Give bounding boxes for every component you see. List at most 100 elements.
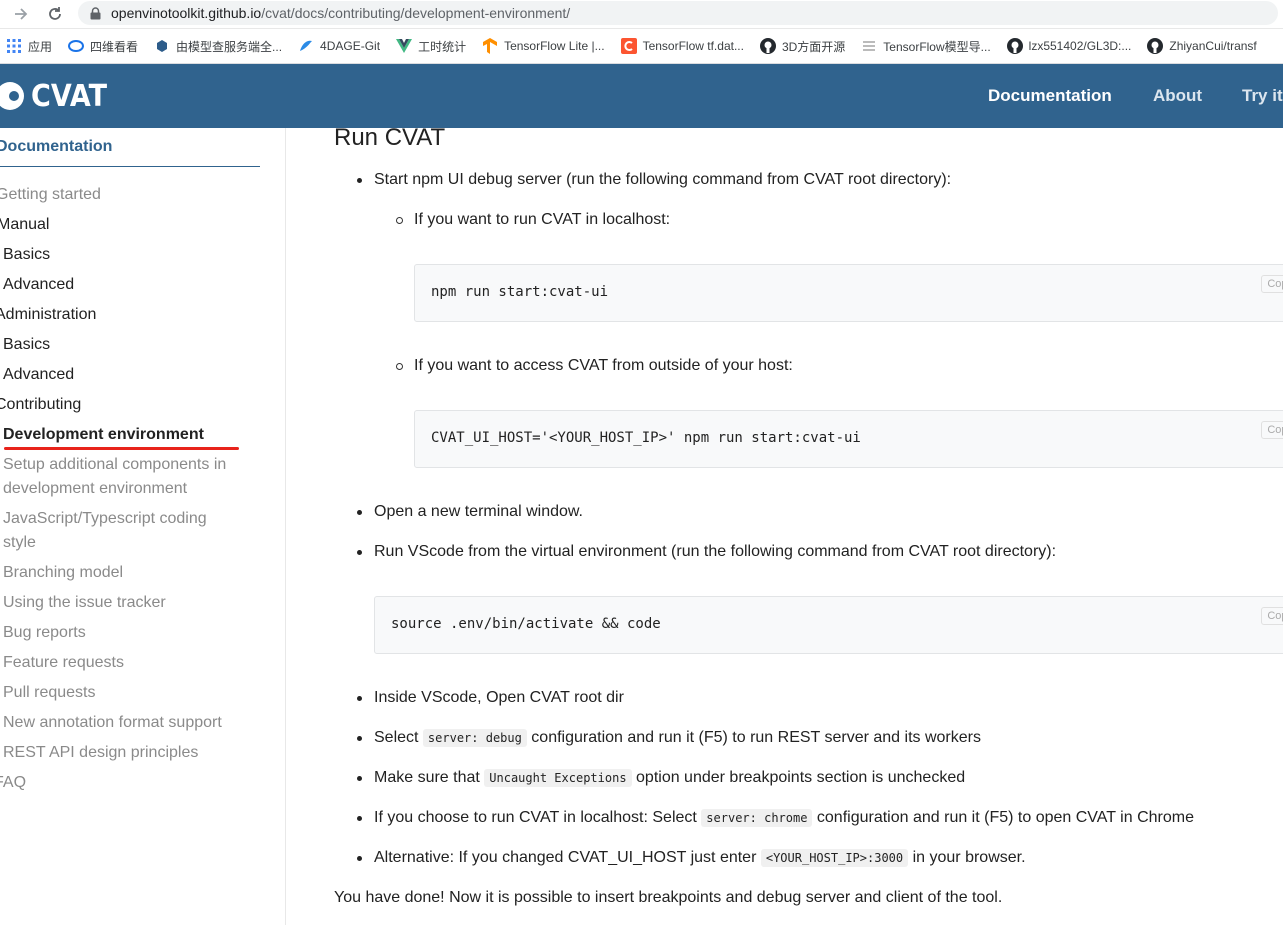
inline-code: server: debug bbox=[422, 729, 527, 747]
site-header: CVAT Documentation About Try it bbox=[0, 64, 1283, 128]
bookmark-item[interactable]: ZhiyanCui/transf bbox=[1147, 38, 1257, 54]
code-block: CVAT_UI_HOST='<YOUR_HOST_IP>' npm run st… bbox=[414, 410, 1283, 468]
step-server-debug: Select server: debug configuration and r… bbox=[374, 726, 981, 750]
main-content: Run CVAT Start npm UI debug server (run … bbox=[285, 128, 1283, 925]
tensorflow-icon bbox=[482, 38, 498, 54]
text: If you choose to run CVAT in localhost: … bbox=[374, 809, 697, 826]
step-start-server: Start npm UI debug server (run the follo… bbox=[374, 171, 952, 188]
sidebar-item-setup-components[interactable]: Setup additional components in bbox=[3, 453, 226, 477]
copy-button[interactable]: Copy bbox=[1261, 607, 1283, 625]
bookmark-label: 四维看看 bbox=[90, 39, 139, 54]
code-block: npm run start:cvat-ui Copy bbox=[414, 264, 1283, 322]
sidebar-item-admin-basics[interactable]: Basics bbox=[3, 333, 50, 357]
bookmark-apps[interactable]: 应用 bbox=[6, 38, 52, 55]
sidebar-item-manual-advanced[interactable]: Advanced bbox=[3, 273, 74, 297]
step-run-vscode: Run VScode from the virtual environment … bbox=[374, 543, 1057, 560]
substep-outside-host: If you want to access CVAT from outside … bbox=[414, 357, 793, 374]
text: configuration and run it (F5) to run RES… bbox=[531, 729, 981, 746]
sidebar-item-contributing[interactable]: Contributing bbox=[0, 393, 81, 417]
sidebar-item-getting-started[interactable]: Getting started bbox=[0, 183, 101, 207]
reload-icon[interactable] bbox=[44, 3, 66, 25]
section-heading: Run CVAT bbox=[334, 128, 446, 151]
bullet bbox=[357, 816, 362, 821]
lock-icon[interactable] bbox=[88, 6, 102, 20]
nav-documentation[interactable]: Documentation bbox=[988, 86, 1112, 106]
cvat-logo-icon bbox=[0, 82, 24, 110]
sidebar-title[interactable]: Documentation bbox=[0, 138, 260, 167]
logo-text: CVAT bbox=[31, 78, 108, 114]
csdn-icon bbox=[620, 38, 637, 54]
bookmark-label: 工时统计 bbox=[418, 39, 467, 54]
sidebar-item-js-style-cont[interactable]: style bbox=[3, 531, 36, 555]
text: Select bbox=[374, 729, 419, 746]
sidebar-item-setup-components-cont[interactable]: development environment bbox=[3, 477, 187, 501]
bookmark-label: TensorFlow tf.dat... bbox=[642, 39, 744, 53]
bookmark-item[interactable]: 工时统计 bbox=[396, 38, 466, 55]
inline-code: server: chrome bbox=[701, 809, 813, 827]
bullet bbox=[357, 736, 362, 741]
bookmark-item[interactable]: 3D方面开源 bbox=[759, 38, 845, 55]
inline-code: <YOUR_HOST_IP>:3000 bbox=[760, 849, 909, 867]
bookmark-item[interactable]: TensorFlow模型导... bbox=[861, 38, 991, 55]
sidebar-item-feature-requests[interactable]: Feature requests bbox=[3, 651, 124, 675]
cvat-logo[interactable]: CVAT bbox=[0, 78, 116, 114]
copy-button[interactable]: Copy bbox=[1261, 275, 1283, 293]
sidebar-item-rest-api[interactable]: REST API design principles bbox=[3, 741, 198, 765]
sidebar-item-issue-tracker[interactable]: Using the issue tracker bbox=[3, 591, 166, 615]
code-block: source .env/bin/activate && code Copy bbox=[374, 596, 1283, 654]
apps-grid-icon bbox=[6, 38, 22, 54]
bookmark-label: TensorFlow模型导... bbox=[883, 39, 991, 54]
bookmark-item[interactable]: 4DAGE-Git bbox=[298, 38, 380, 54]
docs-sidebar: Documentation Getting started Manual Bas… bbox=[0, 128, 286, 925]
topnav: Documentation bbox=[988, 64, 1112, 128]
bookmark-item[interactable]: TensorFlow tf.dat... bbox=[620, 38, 744, 54]
bullet bbox=[357, 510, 362, 515]
site-favicon-icon bbox=[68, 38, 85, 54]
sidebar-item-pull-requests[interactable]: Pull requests bbox=[3, 681, 96, 705]
bullet bbox=[357, 550, 362, 555]
sidebar-item-manual-basics[interactable]: Basics bbox=[3, 243, 50, 267]
closing-paragraph: You have done! Now it is possible to ins… bbox=[334, 889, 1003, 906]
code-text: npm run start:cvat-ui bbox=[431, 284, 609, 300]
sidebar-item-admin-advanced[interactable]: Advanced bbox=[3, 363, 74, 387]
step-new-terminal: Open a new terminal window. bbox=[374, 503, 583, 520]
url-path: /cvat/docs/contributing/development-envi… bbox=[261, 5, 571, 21]
forward-arrow-icon[interactable] bbox=[10, 3, 32, 25]
copy-button[interactable]: Copy bbox=[1261, 421, 1283, 439]
site-favicon-icon bbox=[154, 38, 170, 54]
sidebar-item-administration[interactable]: Administration bbox=[0, 303, 96, 327]
sidebar-item-js-style[interactable]: JavaScript/Typescript coding bbox=[3, 507, 207, 531]
sidebar-item-development-environment[interactable]: Development environment bbox=[3, 423, 204, 447]
browser-toolbar: openvinotoolkit.github.io/cvat/docs/cont… bbox=[0, 0, 1283, 29]
nav-try-it[interactable]: Try it bbox=[1242, 86, 1283, 106]
text: option under breakpoints section is unch… bbox=[636, 769, 966, 786]
sidebar-item-bug-reports[interactable]: Bug reports bbox=[3, 621, 86, 645]
doc-favicon-icon bbox=[861, 38, 877, 54]
github-icon bbox=[759, 38, 776, 54]
bookmark-item[interactable]: 四维看看 bbox=[68, 38, 138, 55]
github-icon bbox=[1006, 38, 1023, 54]
bookmark-item[interactable]: lzx551402/GL3D:... bbox=[1006, 38, 1132, 54]
bullet bbox=[357, 178, 362, 183]
nav-about[interactable]: About bbox=[1153, 86, 1202, 106]
code-text: source .env/bin/activate && code bbox=[391, 616, 661, 632]
bookmark-item[interactable]: 由模型查服务端全... bbox=[154, 38, 282, 55]
bookmark-label: lzx551402/GL3D:... bbox=[1028, 39, 1132, 53]
bullet bbox=[357, 776, 362, 781]
sidebar-item-annotation-format[interactable]: New annotation format support bbox=[3, 711, 222, 735]
address-bar[interactable]: openvinotoolkit.github.io/cvat/docs/cont… bbox=[78, 1, 1278, 25]
sidebar-item-branching-model[interactable]: Branching model bbox=[3, 561, 123, 585]
github-icon bbox=[1147, 38, 1164, 54]
active-underline bbox=[4, 447, 239, 450]
step-server-chrome: If you choose to run CVAT in localhost: … bbox=[374, 806, 1194, 830]
sidebar-item-faq[interactable]: FAQ bbox=[0, 771, 26, 795]
bookmark-label: 4DAGE-Git bbox=[320, 39, 381, 53]
bookmark-item[interactable]: TensorFlow Lite |... bbox=[482, 38, 605, 54]
text: configuration and run it (F5) to open CV… bbox=[816, 809, 1194, 826]
step-open-root: Inside VScode, Open CVAT root dir bbox=[374, 689, 624, 706]
site-favicon-icon bbox=[298, 38, 314, 54]
sidebar-item-manual[interactable]: Manual bbox=[0, 213, 49, 237]
url-text: openvinotoolkit.github.io/cvat/docs/cont… bbox=[111, 5, 570, 21]
code-text: CVAT_UI_HOST='<YOUR_HOST_IP>' npm run st… bbox=[431, 430, 861, 446]
bullet bbox=[357, 856, 362, 861]
